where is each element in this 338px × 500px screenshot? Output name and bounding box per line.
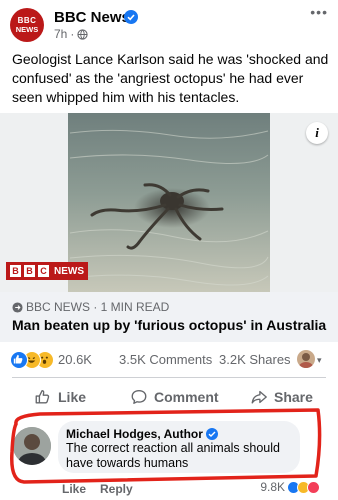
watermark-word: NEWS [54,265,84,277]
share-button[interactable]: Share [250,388,313,406]
post-text: Geologist Lance Karlson said he was 'sho… [12,51,329,105]
commenter-avatar[interactable] [13,427,51,465]
page-name[interactable]: BBC News [54,9,130,26]
watermark-letter: B [24,265,35,277]
like-button[interactable]: Like [34,388,86,406]
source-icon [12,301,23,313]
viewer-avatar[interactable] [297,350,315,368]
watermark-letter: C [38,265,49,277]
avatar-text-line2: NEWS [15,25,39,34]
comment-reactions[interactable]: 9.8K [260,480,320,494]
link-card-footer[interactable]: BBC NEWS · 1 MIN READ Man beaten up by '… [0,292,338,342]
reaction-icons[interactable] [10,351,58,369]
link-domain: BBC NEWS · 1 MIN READ [12,300,169,314]
comment-actions: Like Reply [62,482,133,496]
page-avatar[interactable]: BBC NEWS [10,8,44,42]
post-action-bar: Like Comment Share [0,383,338,413]
comment-text: The correct reaction all animals should … [66,441,280,470]
verified-badge-icon [124,10,138,24]
avatar-text-line1: BBC [17,16,37,25]
link-image[interactable]: i B B C NEWS [0,113,338,292]
reactions-count[interactable]: 20.6K [58,352,92,367]
chevron-down-icon[interactable]: ▾ [317,355,322,366]
comment-reactions-count: 9.8K [260,480,285,494]
bbc-news-watermark: B B C NEWS [6,262,88,280]
engagement-summary: 20.6K 3.5K Comments 3.2K Shares ▾ [0,349,338,371]
love-reaction-icon [307,480,320,494]
post-time[interactable]: 7h [54,27,67,41]
link-domain-text: BBC NEWS · 1 MIN READ [26,300,170,314]
share-arrow-icon [251,390,267,404]
link-preview-card[interactable]: i B B C NEWS BBC NEWS · 1 MIN READ Man b… [0,113,338,342]
comment-label: Comment [154,389,219,405]
comment-reply-link[interactable]: Reply [100,482,133,496]
verified-badge-icon [205,428,218,440]
meta-separator: · [70,27,75,41]
comment-bubble: Michael Hodges, Author The correct react… [58,421,300,473]
comment-bubble-icon [131,390,147,404]
like-label: Like [58,389,87,405]
comment-button[interactable]: Comment [130,388,219,406]
like-reaction-icon [10,351,28,369]
post-header: BBC NEWS BBC News 7h · ••• [0,0,338,48]
shares-count[interactable]: 3.2K Shares [219,352,291,367]
info-icon[interactable]: i [306,122,328,144]
post-meta: 7h · [54,27,88,41]
divider [12,377,326,378]
watermark-letter: B [10,265,21,277]
more-options-icon[interactable]: ••• [310,4,328,20]
comments-count[interactable]: 3.5K Comments [119,352,212,367]
thumbs-up-icon [35,390,50,404]
comment-author[interactable]: Michael Hodges, Author [66,427,218,441]
link-title[interactable]: Man beaten up by 'furious octopus' in Au… [12,317,326,333]
comment-like-link[interactable]: Like [62,482,86,496]
share-label: Share [274,389,313,405]
comment-author-name: Michael Hodges, Author [66,427,203,441]
globe-icon [77,28,88,40]
